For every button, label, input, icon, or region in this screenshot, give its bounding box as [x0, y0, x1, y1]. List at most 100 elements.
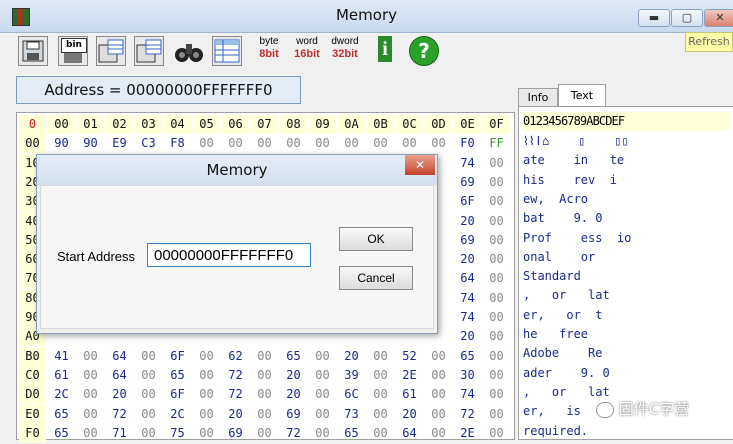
hex-cell[interactable]: 64	[454, 269, 481, 288]
cancel-button[interactable]: Cancel	[339, 266, 413, 290]
hex-cell[interactable]: 2E	[454, 424, 481, 443]
hex-cell[interactable]: 6F	[164, 347, 191, 366]
hex-cell[interactable]: 00	[135, 347, 162, 366]
hex-cell[interactable]: 90	[77, 134, 104, 153]
hex-cell[interactable]: FF	[483, 134, 510, 153]
dword-view-button[interactable]: dword 32bit	[328, 36, 362, 66]
hex-cell[interactable]: 00	[483, 250, 510, 269]
hex-cell[interactable]: 72	[280, 424, 307, 443]
hex-cell[interactable]: 00	[483, 173, 510, 192]
hex-cell[interactable]: 00	[483, 405, 510, 424]
hex-cell[interactable]: 00	[425, 424, 452, 443]
hex-cell[interactable]: 00	[483, 154, 510, 173]
hex-cell[interactable]: 00	[193, 347, 220, 366]
hex-cell[interactable]: 20	[222, 405, 249, 424]
hex-cell[interactable]: 00	[193, 366, 220, 385]
hex-cell[interactable]: E9	[106, 134, 133, 153]
hex-cell[interactable]: 2C	[48, 385, 75, 404]
hex-cell[interactable]: 00	[483, 347, 510, 366]
hex-cell[interactable]: 65	[280, 347, 307, 366]
hex-cell[interactable]: 00	[193, 385, 220, 404]
hex-cell[interactable]: 6F	[454, 192, 481, 211]
hex-cell[interactable]: 00	[425, 405, 452, 424]
hex-cell[interactable]: 69	[280, 405, 307, 424]
hex-cell[interactable]: 20	[338, 347, 365, 366]
hex-cell[interactable]: 00	[135, 405, 162, 424]
hex-cell[interactable]: 61	[48, 366, 75, 385]
hex-cell[interactable]: 00	[367, 134, 394, 153]
hex-cell[interactable]: 72	[222, 366, 249, 385]
hex-cell[interactable]: 00	[483, 269, 510, 288]
save-bin-button[interactable]: bin	[58, 36, 88, 66]
hex-cell[interactable]: 00	[77, 385, 104, 404]
hex-cell[interactable]: 62	[222, 347, 249, 366]
maximize-button[interactable]: ▢	[671, 9, 703, 27]
hex-cell[interactable]: C3	[135, 134, 162, 153]
hex-cell[interactable]: 00	[280, 134, 307, 153]
hex-cell[interactable]: 71	[106, 424, 133, 443]
hex-cell[interactable]: 00	[483, 327, 510, 346]
hex-cell[interactable]: 00	[193, 424, 220, 443]
hex-cell[interactable]: 00	[309, 385, 336, 404]
hex-cell[interactable]: 30	[454, 366, 481, 385]
hex-cell[interactable]: 00	[338, 134, 365, 153]
hex-cell[interactable]: 69	[454, 173, 481, 192]
ok-button[interactable]: OK	[339, 227, 413, 251]
hex-cell[interactable]: 00	[77, 347, 104, 366]
hex-cell[interactable]: 00	[309, 424, 336, 443]
hex-cell[interactable]: 69	[454, 231, 481, 250]
info-button[interactable]: i	[372, 36, 398, 66]
hex-cell[interactable]: 00	[483, 231, 510, 250]
hex-cell[interactable]: 20	[280, 385, 307, 404]
hex-cell[interactable]: 00	[135, 424, 162, 443]
hex-cell[interactable]: 74	[454, 289, 481, 308]
hex-cell[interactable]: 39	[338, 366, 365, 385]
hex-cell[interactable]: 72	[106, 405, 133, 424]
hex-cell[interactable]: 20	[280, 366, 307, 385]
hex-cell[interactable]: 41	[48, 347, 75, 366]
hex-cell[interactable]: 20	[106, 385, 133, 404]
hex-cell[interactable]: 00	[367, 405, 394, 424]
hex-cell[interactable]: 00	[193, 134, 220, 153]
hex-cell[interactable]: 73	[338, 405, 365, 424]
hex-cell[interactable]: 74	[454, 385, 481, 404]
hex-cell[interactable]: 65	[454, 347, 481, 366]
hex-cell[interactable]: F8	[164, 134, 191, 153]
hex-cell[interactable]: 00	[396, 134, 423, 153]
hex-cell[interactable]: 00	[309, 366, 336, 385]
refresh-button[interactable]: Refresh	[685, 32, 733, 52]
hex-cell[interactable]: 75	[164, 424, 191, 443]
hex-cell[interactable]: 00	[367, 347, 394, 366]
word-view-button[interactable]: word 16bit	[290, 36, 324, 66]
save-icon[interactable]	[18, 36, 48, 66]
search-button[interactable]	[174, 36, 204, 66]
hex-cell[interactable]: 00	[251, 424, 278, 443]
hex-cell[interactable]: 20	[454, 212, 481, 231]
hex-cell[interactable]: 72	[454, 405, 481, 424]
hex-cell[interactable]: 64	[106, 366, 133, 385]
help-button[interactable]: ?	[409, 36, 439, 66]
hex-cell[interactable]: 69	[222, 424, 249, 443]
hex-cell[interactable]: 00	[77, 366, 104, 385]
start-address-input[interactable]: 00000000FFFFFFF0	[147, 243, 311, 267]
hex-cell[interactable]: 00	[251, 347, 278, 366]
hex-cell[interactable]: 00	[483, 289, 510, 308]
hex-cell[interactable]: 00	[309, 405, 336, 424]
hex-cell[interactable]: 00	[483, 192, 510, 211]
tab-info[interactable]: Info	[518, 88, 558, 107]
hex-cell[interactable]: 64	[106, 347, 133, 366]
hex-cell[interactable]: 00	[367, 366, 394, 385]
hex-cell[interactable]: 00	[309, 134, 336, 153]
save-dump-button[interactable]	[134, 36, 164, 66]
hex-cell[interactable]: 6F	[164, 385, 191, 404]
hex-cell[interactable]: 00	[425, 134, 452, 153]
hex-cell[interactable]: 65	[164, 366, 191, 385]
hex-cell[interactable]: 00	[309, 347, 336, 366]
hex-cell[interactable]: F0	[454, 134, 481, 153]
byte-view-button[interactable]: byte 8bit	[252, 36, 286, 66]
hex-cell[interactable]: 00	[483, 308, 510, 327]
hex-cell[interactable]: 00	[251, 134, 278, 153]
hex-cell[interactable]: 72	[222, 385, 249, 404]
hex-cell[interactable]: 65	[338, 424, 365, 443]
hex-cell[interactable]: 2E	[396, 366, 423, 385]
